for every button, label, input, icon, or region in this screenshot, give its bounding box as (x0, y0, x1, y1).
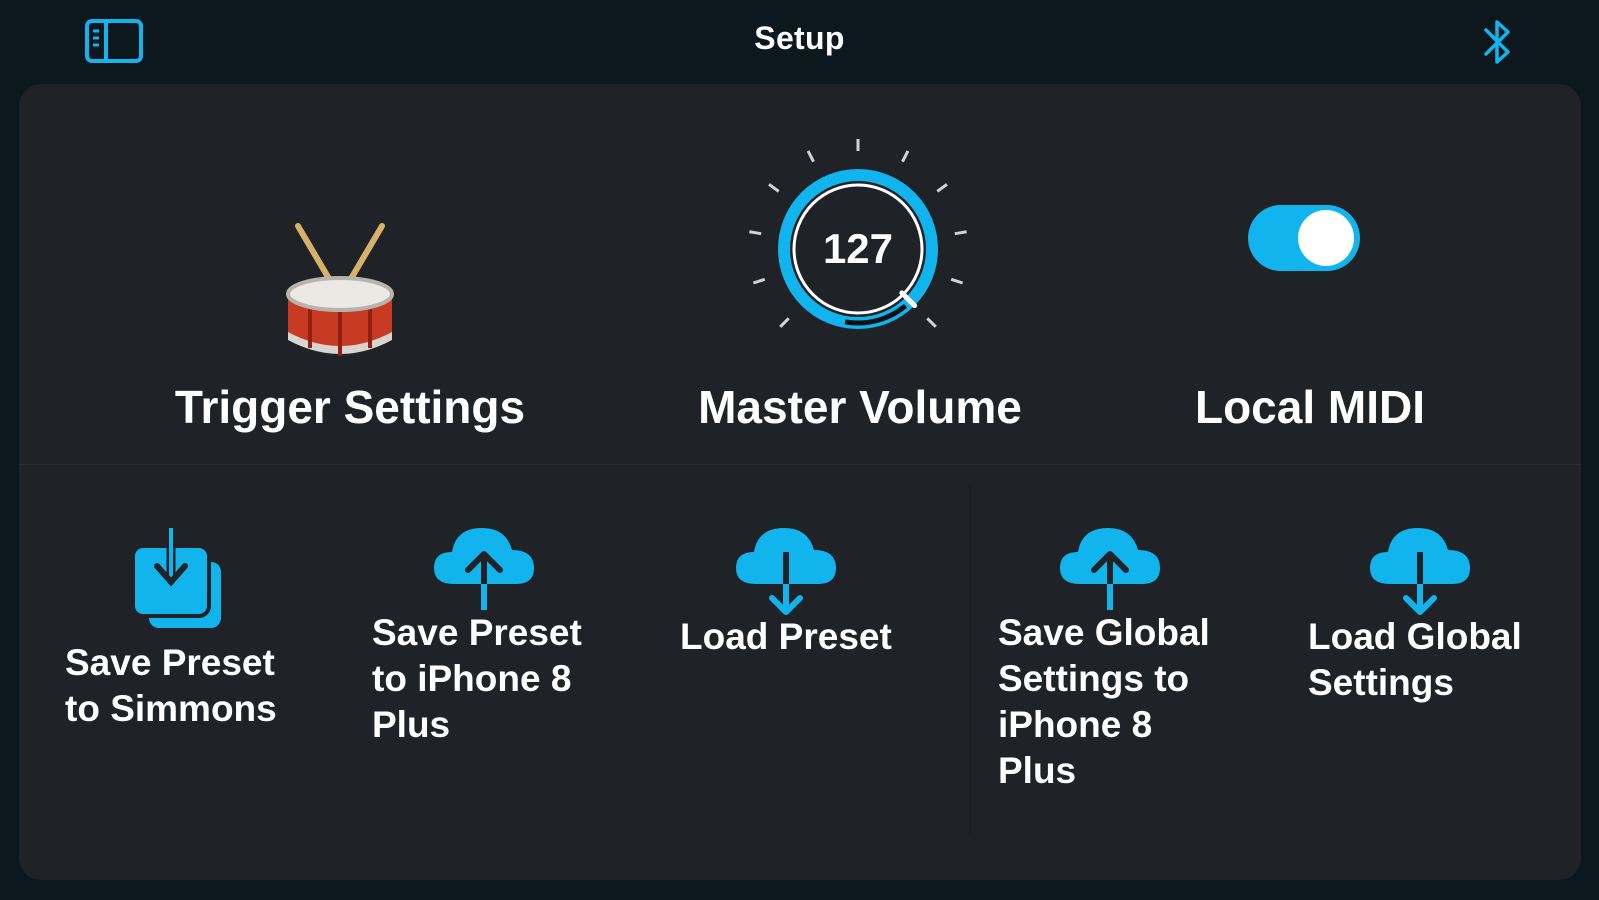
dial-tick (926, 317, 937, 328)
bluetooth-icon (1484, 20, 1510, 64)
save-preset-to-simmons-label: Save Preset to Simmons (65, 642, 277, 729)
save-preset-to-iphone-label: Save Preset to iPhone 8 Plus (372, 612, 582, 745)
dial-tick (752, 277, 766, 285)
save-global-settings-button[interactable]: Save Global Settings to iPhone 8 Plus (998, 522, 1258, 812)
load-global-settings-button[interactable]: Load Global Settings (1308, 522, 1568, 722)
dial-tick (950, 277, 964, 285)
load-global-settings-label: Load Global Settings (1308, 616, 1522, 703)
trigger-settings-label: Trigger Settings (174, 381, 526, 433)
drum-icon (286, 223, 394, 356)
load-preset-button[interactable]: Load Preset (680, 522, 940, 682)
dial-tick (936, 183, 948, 193)
cloud-download-icon (1370, 528, 1470, 615)
column-divider (969, 484, 971, 834)
cloud-upload-icon (434, 528, 534, 610)
bluetooth-button[interactable] (1478, 16, 1518, 68)
toggle-knob (1298, 210, 1354, 266)
local-midi-toggle[interactable] (1248, 205, 1360, 271)
dial-tick (901, 150, 910, 163)
master-volume-label: Master Volume (698, 381, 1022, 433)
cloud-download-icon (736, 528, 836, 615)
cloud-upload-icon (1060, 528, 1160, 610)
load-preset-label: Load Preset (680, 616, 892, 657)
navigation-bar: Setup (0, 0, 1599, 84)
save-global-settings-label: Save Global Settings to iPhone 8 Plus (998, 612, 1210, 791)
trigger-settings-button[interactable]: Trigger Settings (150, 210, 550, 440)
dial-tick (779, 317, 790, 328)
master-volume-value: 127 (822, 225, 894, 272)
row-divider (19, 464, 1581, 465)
save-preset-to-iphone-button[interactable]: Save Preset to iPhone 8 Plus (372, 522, 632, 762)
save-preset-to-simmons-button[interactable]: Save Preset to Simmons (65, 528, 325, 729)
local-midi-label: Local MIDI (1194, 381, 1426, 433)
page-title: Setup (754, 20, 845, 56)
dial-tick (768, 183, 780, 193)
save-to-device-icon (131, 528, 221, 628)
dial-tick (806, 150, 815, 163)
